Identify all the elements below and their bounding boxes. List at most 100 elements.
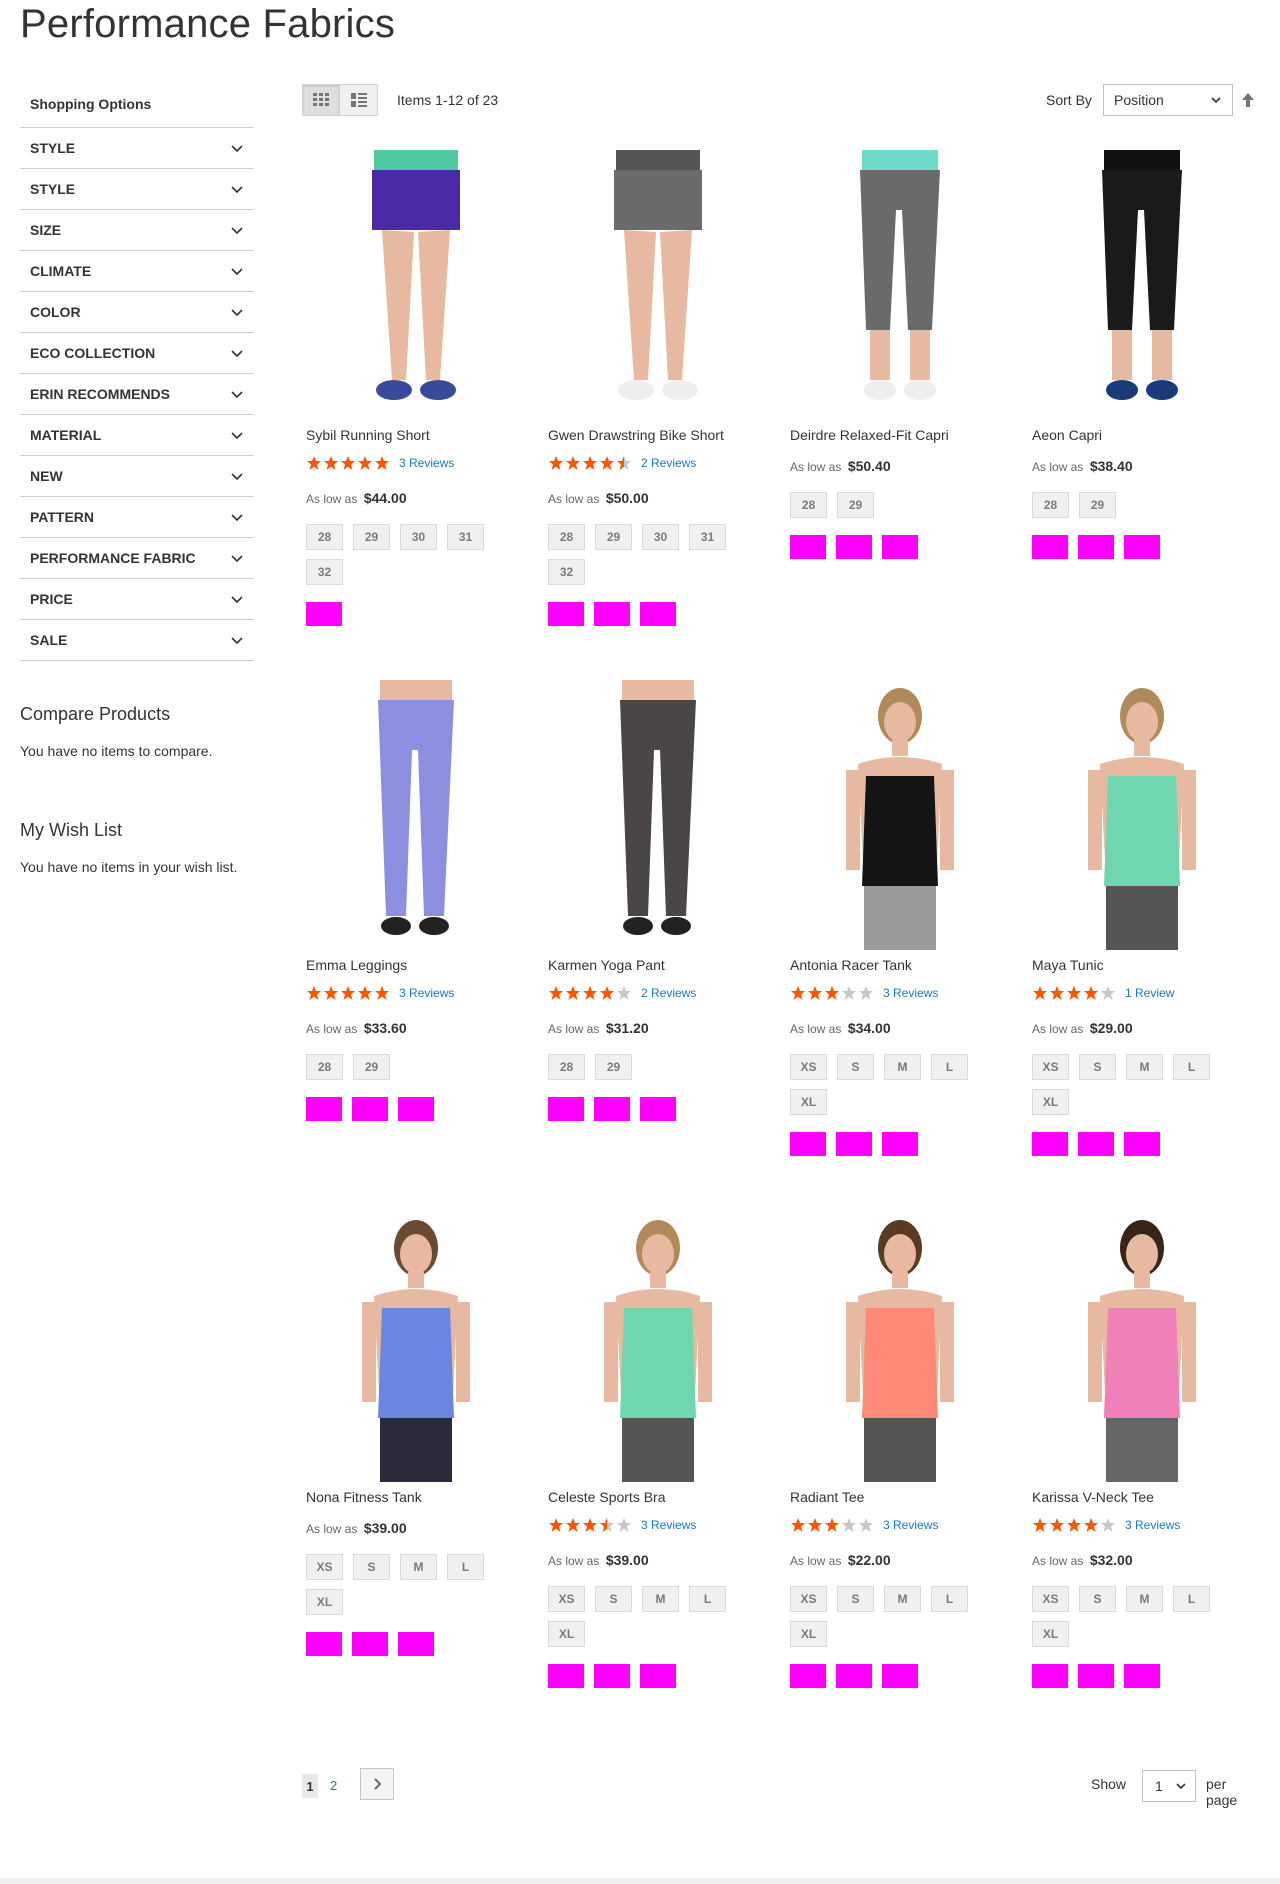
size-option[interactable]: XS (790, 1586, 827, 1612)
color-option[interactable] (594, 602, 630, 626)
page-2-link[interactable]: 2 (330, 1774, 337, 1798)
product-image[interactable] (302, 1212, 530, 1482)
color-option[interactable] (640, 1097, 676, 1121)
product-image[interactable] (544, 150, 772, 420)
filter-material[interactable]: MATERIAL (20, 415, 254, 456)
size-option[interactable]: 30 (400, 524, 437, 550)
product-name[interactable]: Aeon Capri (1032, 427, 1102, 443)
reviews-link[interactable]: 3 Reviews (883, 1518, 938, 1532)
color-option[interactable] (882, 1132, 918, 1156)
color-option[interactable] (398, 1632, 434, 1656)
color-option[interactable] (1078, 535, 1114, 559)
size-option[interactable]: 32 (306, 559, 343, 585)
size-option[interactable]: XL (1032, 1621, 1069, 1647)
size-option[interactable]: 29 (837, 492, 874, 518)
size-option[interactable]: XS (1032, 1586, 1069, 1612)
filter-pattern[interactable]: PATTERN (20, 497, 254, 538)
size-option[interactable]: L (931, 1054, 968, 1080)
size-option[interactable]: M (1126, 1586, 1163, 1612)
next-page-button[interactable] (360, 1768, 394, 1800)
size-option[interactable]: 28 (790, 492, 827, 518)
grid-view-button[interactable] (302, 84, 340, 116)
product-name[interactable]: Gwen Drawstring Bike Short (548, 427, 724, 443)
color-option[interactable] (548, 1664, 584, 1688)
reviews-link[interactable]: 3 Reviews (883, 986, 938, 1000)
filter-new[interactable]: NEW (20, 456, 254, 497)
color-option[interactable] (1078, 1132, 1114, 1156)
size-option[interactable]: M (400, 1554, 437, 1580)
reviews-link[interactable]: 3 Reviews (399, 986, 454, 1000)
reviews-link[interactable]: 3 Reviews (641, 1518, 696, 1532)
product-name[interactable]: Celeste Sports Bra (548, 1489, 666, 1505)
size-option[interactable]: 28 (306, 524, 343, 550)
size-option[interactable]: 32 (548, 559, 585, 585)
size-option[interactable]: XL (306, 1589, 343, 1615)
size-option[interactable]: S (837, 1586, 874, 1612)
size-option[interactable]: XS (548, 1586, 585, 1612)
product-name[interactable]: Radiant Tee (790, 1489, 864, 1505)
size-option[interactable]: XL (790, 1621, 827, 1647)
color-option[interactable] (836, 1132, 872, 1156)
size-option[interactable]: XL (548, 1621, 585, 1647)
size-option[interactable]: S (1079, 1054, 1116, 1080)
size-option[interactable]: 29 (353, 1054, 390, 1080)
color-option[interactable] (790, 1664, 826, 1688)
product-image[interactable] (302, 150, 530, 420)
list-view-button[interactable] (340, 84, 378, 116)
size-option[interactable]: S (595, 1586, 632, 1612)
product-name[interactable]: Karissa V-Neck Tee (1032, 1489, 1154, 1505)
size-option[interactable]: M (1126, 1054, 1163, 1080)
color-option[interactable] (1032, 1132, 1068, 1156)
color-option[interactable] (1124, 535, 1160, 559)
color-option[interactable] (306, 602, 342, 626)
size-option[interactable]: 28 (548, 524, 585, 550)
size-option[interactable]: L (931, 1586, 968, 1612)
size-option[interactable]: 31 (447, 524, 484, 550)
size-option[interactable]: XS (1032, 1054, 1069, 1080)
product-image[interactable] (786, 150, 1014, 420)
reviews-link[interactable]: 2 Reviews (641, 986, 696, 1000)
size-option[interactable]: 29 (1079, 492, 1116, 518)
size-option[interactable]: 28 (306, 1054, 343, 1080)
size-option[interactable]: 30 (642, 524, 679, 550)
product-image[interactable] (786, 1212, 1014, 1482)
color-option[interactable] (548, 1097, 584, 1121)
size-option[interactable]: S (837, 1054, 874, 1080)
color-option[interactable] (790, 535, 826, 559)
size-option[interactable]: M (884, 1586, 921, 1612)
product-image[interactable] (1028, 150, 1256, 420)
arrow-up-icon[interactable] (1238, 90, 1258, 110)
color-option[interactable] (306, 1632, 342, 1656)
product-image[interactable] (544, 680, 772, 950)
sort-by-select[interactable]: Position (1103, 84, 1233, 116)
color-option[interactable] (882, 1664, 918, 1688)
limiter-select[interactable]: 1 (1142, 1770, 1196, 1802)
size-option[interactable]: 31 (689, 524, 726, 550)
product-image[interactable] (786, 680, 1014, 950)
size-option[interactable]: 28 (548, 1054, 585, 1080)
filter-style[interactable]: STYLE (20, 169, 254, 210)
product-name[interactable]: Antonia Racer Tank (790, 957, 912, 973)
color-option[interactable] (1032, 535, 1068, 559)
color-option[interactable] (594, 1097, 630, 1121)
product-name[interactable]: Maya Tunic (1032, 957, 1104, 973)
size-option[interactable]: XS (790, 1054, 827, 1080)
reviews-link[interactable]: 3 Reviews (399, 456, 454, 470)
size-option[interactable]: 29 (595, 524, 632, 550)
color-option[interactable] (790, 1132, 826, 1156)
size-option[interactable]: M (884, 1054, 921, 1080)
color-option[interactable] (882, 535, 918, 559)
product-name[interactable]: Deirdre Relaxed-Fit Capri (790, 427, 949, 443)
size-option[interactable]: XL (1032, 1089, 1069, 1115)
filter-erin-recommends[interactable]: ERIN RECOMMENDS (20, 374, 254, 415)
color-option[interactable] (1078, 1664, 1114, 1688)
filter-price[interactable]: PRICE (20, 579, 254, 620)
filter-style[interactable]: STYLE (20, 128, 254, 169)
color-option[interactable] (398, 1097, 434, 1121)
color-option[interactable] (1032, 1664, 1068, 1688)
size-option[interactable]: L (689, 1586, 726, 1612)
color-option[interactable] (640, 1664, 676, 1688)
size-option[interactable]: M (642, 1586, 679, 1612)
color-option[interactable] (352, 1632, 388, 1656)
size-option[interactable]: S (353, 1554, 390, 1580)
